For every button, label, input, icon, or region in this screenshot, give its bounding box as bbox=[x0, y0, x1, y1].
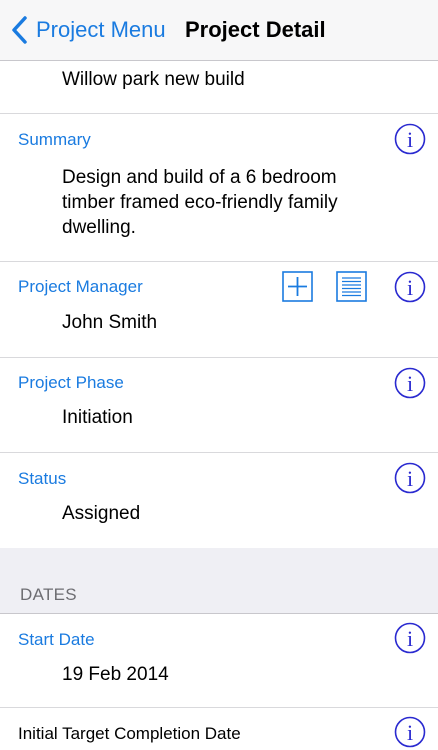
svg-text:i: i bbox=[407, 720, 413, 745]
list-project-managers-button[interactable] bbox=[336, 271, 367, 302]
add-project-manager-button[interactable] bbox=[282, 271, 313, 302]
project-phase-label: Project Phase bbox=[18, 373, 124, 392]
project-manager-label: Project Manager bbox=[18, 277, 143, 296]
info-icon[interactable]: i bbox=[394, 123, 426, 155]
initial-target-completion-row: Initial Target Completion Date i bbox=[0, 708, 438, 750]
info-icon[interactable]: i bbox=[394, 462, 426, 494]
info-icon[interactable]: i bbox=[394, 367, 426, 399]
summary-line: Design and build of a 6 bedroom bbox=[62, 167, 337, 188]
project-name-row: Willow park new build bbox=[0, 61, 438, 114]
back-button-label: Project Menu bbox=[36, 17, 166, 42]
summary-line: dwelling. bbox=[62, 217, 136, 238]
project-name-value: Willow park new build bbox=[62, 69, 245, 90]
info-icon[interactable]: i bbox=[394, 622, 426, 654]
svg-text:i: i bbox=[407, 371, 413, 396]
dates-section-header: DATES bbox=[0, 548, 438, 614]
summary-value: Design and build of a 6 bedroom timber f… bbox=[62, 165, 338, 240]
back-button[interactable]: Project Menu bbox=[10, 13, 166, 47]
start-date-value: 19 Feb 2014 bbox=[62, 664, 169, 685]
start-date-row: Start Date i 19 Feb 2014 bbox=[0, 614, 438, 708]
svg-text:i: i bbox=[407, 466, 413, 491]
svg-text:i: i bbox=[407, 127, 413, 152]
summary-row: Summary i Design and build of a 6 bedroo… bbox=[0, 114, 438, 262]
dates-section-title: DATES bbox=[20, 585, 77, 604]
list-square-icon bbox=[336, 271, 367, 302]
chevron-left-icon bbox=[12, 16, 27, 44]
summary-line: timber framed eco-friendly family bbox=[62, 192, 338, 213]
page-title: Project Detail bbox=[185, 17, 326, 42]
status-value: Assigned bbox=[62, 503, 141, 524]
project-manager-value: John Smith bbox=[62, 312, 158, 333]
svg-text:i: i bbox=[407, 275, 413, 300]
info-icon[interactable]: i bbox=[394, 271, 426, 303]
project-phase-value: Initiation bbox=[62, 407, 133, 428]
plus-square-icon bbox=[282, 271, 313, 302]
start-date-label: Start Date bbox=[18, 630, 95, 649]
svg-text:i: i bbox=[407, 626, 413, 651]
summary-label: Summary bbox=[18, 130, 91, 149]
status-row: Status i Assigned bbox=[0, 453, 438, 548]
navigation-bar: Project Menu Project Detail bbox=[0, 0, 438, 61]
initial-target-completion-label: Initial Target Completion Date bbox=[18, 724, 241, 743]
project-phase-row: Project Phase i Initiation bbox=[0, 358, 438, 453]
info-icon[interactable]: i bbox=[394, 716, 426, 748]
status-label: Status bbox=[18, 469, 67, 488]
project-manager-row: Project Manager i John Smith bbox=[0, 262, 438, 358]
